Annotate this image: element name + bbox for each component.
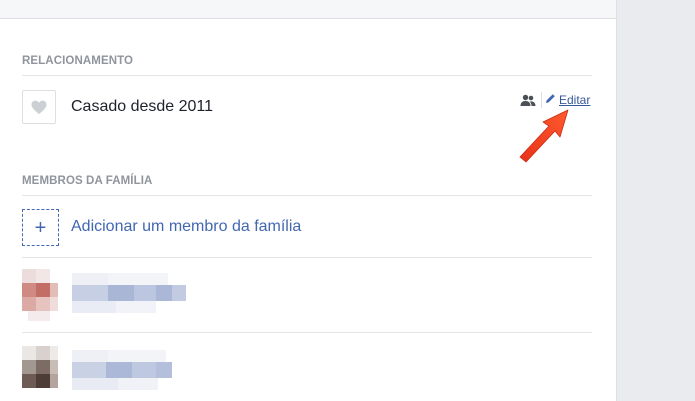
family-member-redacted[interactable]: [22, 267, 192, 323]
relationship-row: Casado desde 2011 Editar: [22, 88, 592, 128]
add-family-member-label[interactable]: Adicionar um membro da família: [71, 218, 301, 236]
top-strip: [0, 0, 616, 19]
heart-icon: [22, 90, 56, 124]
plus-icon: +: [22, 209, 59, 246]
profile-about-panel: RELACIONAMENTO Casado desde 2011 Editar: [0, 0, 617, 401]
row-divider: [22, 257, 592, 258]
family-member-redacted[interactable]: [22, 342, 192, 398]
row-divider: [22, 332, 592, 333]
annotation-arrow-icon: [519, 109, 569, 163]
relationship-status-text: Casado desde 2011: [71, 98, 214, 115]
relationship-section-title: RELACIONAMENTO: [22, 55, 592, 76]
add-family-member-button[interactable]: + Adicionar um membro da família: [22, 209, 592, 246]
family-section-title: MEMBROS DA FAMÍLIA: [22, 175, 592, 196]
